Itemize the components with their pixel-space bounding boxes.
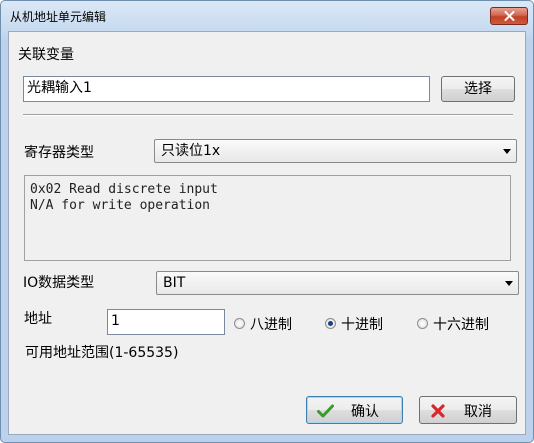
variable-input[interactable]: 光耦输入1 [23,76,430,102]
title-bar[interactable]: 从机地址单元编辑 [1,1,533,31]
dialog-window: 从机地址单元编辑 关联变量 光耦输入1 选择 寄存器类型 只读位1x 0x02 … [0,0,534,443]
description-line: N/A for write operation [30,198,211,213]
dropdown-arrow-icon [505,281,513,286]
address-range-text: 可用地址范围(1-65535) [25,345,179,361]
x-icon [431,404,445,418]
cancel-button[interactable]: 取消 [419,396,517,424]
radio-circle [417,318,428,329]
io-type-label: IO数据类型 [23,275,95,291]
close-icon [504,11,515,21]
cancel-label: 取消 [464,404,492,420]
close-button[interactable] [490,7,528,25]
radio-circle [325,318,336,329]
register-type-value: 只读位1x [161,143,221,159]
address-input[interactable]: 1 [107,309,225,335]
register-type-select[interactable]: 只读位1x [154,139,517,163]
confirm-button[interactable]: 确认 [306,396,403,424]
select-button[interactable]: 选择 [441,76,515,102]
io-type-select[interactable]: BIT [156,271,519,295]
radio-circle [234,318,245,329]
variable-label: 关联变量 [18,47,74,63]
separator [23,114,513,116]
dropdown-arrow-icon [503,149,511,154]
register-type-label: 寄存器类型 [24,145,94,161]
confirm-label: 确认 [351,404,379,420]
check-icon [317,404,334,418]
dialog-body: 关联变量 光耦输入1 选择 寄存器类型 只读位1x 0x02 Read disc… [8,31,526,435]
address-label: 地址 [24,311,52,327]
description-line: 0x02 Read discrete input [30,182,218,197]
register-description: 0x02 Read discrete input N/A for write o… [24,175,511,261]
window-title: 从机地址单元编辑 [10,10,107,24]
io-type-value: BIT [163,275,186,291]
